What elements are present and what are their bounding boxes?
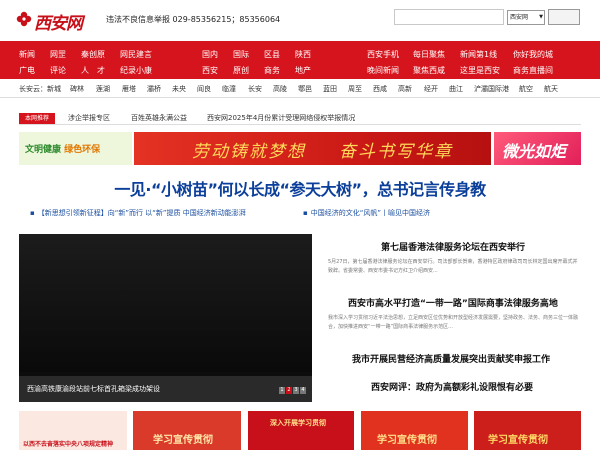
slide-page-button[interactable]: 4 xyxy=(300,387,306,394)
district-item[interactable]: 高新 xyxy=(398,84,412,94)
promo-text: 学习宣传贯彻 xyxy=(153,435,213,446)
photo-slideshow[interactable]: 西渝高铁康渝段站前七标首孔箱梁成功架设 1 2 3 4 xyxy=(19,234,312,402)
nav-item[interactable]: 纪录小康 xyxy=(120,65,152,76)
nav-item[interactable]: 晚间新闻 xyxy=(367,65,399,76)
nav-item[interactable]: 聚焦西咸 xyxy=(413,65,445,76)
nav-item[interactable]: 西安手机 xyxy=(367,49,399,60)
search-input[interactable] xyxy=(394,9,504,25)
nav-item[interactable]: 网民建言 xyxy=(120,49,152,60)
torch-banner[interactable]: 微光如炬 xyxy=(494,132,581,165)
report-hotline: 违法不良信息举报 029-85356215；85356064 xyxy=(106,15,281,24)
district-item[interactable]: 蓝田 xyxy=(323,84,337,94)
news-title[interactable]: 西安网评：政府为高额彩礼设限恨有必要 xyxy=(371,380,533,393)
district-item[interactable]: 长安云：新城 xyxy=(19,84,61,94)
slide-page-button[interactable]: 3 xyxy=(293,387,299,394)
notice-link[interactable]: 西安网2025年4月份累计受理网络侵权举报情况 xyxy=(207,113,355,123)
nav-item[interactable]: 新闻第1线 xyxy=(460,49,497,60)
main-nav: 新闻 网罡 秦创原 网民建言 广电 评论 人 才 纪录小康 国内 国际 区县 陕… xyxy=(0,41,600,79)
nav-item[interactable]: 区县 xyxy=(264,49,280,60)
promo-text: 学习宣传贯彻 xyxy=(377,435,437,446)
slide-pager: 1 2 3 4 xyxy=(279,387,306,394)
logo-text: 西安网 xyxy=(34,14,83,34)
news-title[interactable]: 第七届香港法律服务论坛在西安举行 xyxy=(381,240,525,253)
district-item[interactable]: 长安 xyxy=(248,84,262,94)
banner-text: 微光如炬 xyxy=(502,142,567,161)
district-item[interactable]: 高陵 xyxy=(273,84,287,94)
district-nav: 长安云：新城 碑林 莲湖 雁塔 灞桥 未央 阎良 临潼 长安 高陵 鄠邑 蓝田 … xyxy=(0,79,600,98)
sub-headline-link[interactable]: ▪ 中国经济的文化“风帆”丨喻见中国经济 xyxy=(303,208,430,218)
nav-item[interactable]: 网罡 xyxy=(50,49,66,60)
promo-text: 学习宣传贯彻 xyxy=(488,435,548,446)
nav-item[interactable]: 陕西 xyxy=(295,49,311,60)
divider xyxy=(19,124,581,125)
district-item[interactable]: 浐灞国际港 xyxy=(474,84,509,94)
nav-item[interactable]: 原创 xyxy=(233,65,249,76)
district-item[interactable]: 雁塔 xyxy=(122,84,136,94)
news-title[interactable]: 西安市高水平打造“一带一路”国际商事法律服务高地 xyxy=(348,296,558,309)
slide-caption[interactable]: 西渝高铁康渝段站前七标首孔箱梁成功架设 xyxy=(27,384,160,394)
news-summary: 我市深入学习贯彻习近平法治思想，立足西安区位优势和开放型经济发展需要，坚持政务、… xyxy=(328,315,579,330)
notice-link[interactable]: 涉企举报专区 xyxy=(68,113,110,123)
labor-banner[interactable]: 劳动铸就梦想 奋斗书写华章 xyxy=(134,132,491,165)
logo-flower-icon xyxy=(16,11,32,27)
promo-thumbnail[interactable]: 学习宣传贯彻 xyxy=(474,411,581,450)
search-button[interactable] xyxy=(548,9,580,25)
banner-text: 劳动铸就梦想 xyxy=(192,142,306,162)
slide-page-button[interactable]: 1 xyxy=(279,387,285,394)
district-item[interactable]: 经开 xyxy=(424,84,438,94)
district-item[interactable]: 阎良 xyxy=(197,84,211,94)
nav-item[interactable]: 商务 xyxy=(264,65,280,76)
nav-item[interactable]: 广电 xyxy=(19,65,35,76)
slide-page-button-active[interactable]: 2 xyxy=(286,387,292,394)
district-item[interactable]: 西咸 xyxy=(373,84,387,94)
chevron-down-icon: ▼ xyxy=(539,14,543,20)
news-summary: 5月27日，第七届香港法律服务论坛在西安举行。司法部部长贺荣，香港特区政府律政司… xyxy=(328,259,578,274)
nav-item[interactable]: 你好我的城 xyxy=(513,49,553,60)
promo-thumbnail[interactable]: 学习宣传贯彻 xyxy=(361,411,468,450)
district-item[interactable]: 航空 xyxy=(519,84,533,94)
promo-text: 深入开展学习贯彻 xyxy=(270,419,326,427)
site-select-value: 西安网 xyxy=(510,14,529,21)
nav-item[interactable]: 每日聚焦 xyxy=(413,49,445,60)
promo-text: 以西不去奋落实中央八项规定精神 xyxy=(23,441,114,448)
nav-item[interactable]: 商务直播间 xyxy=(513,65,553,76)
promo-thumbnail[interactable]: 以西不去奋落实中央八项规定精神 xyxy=(19,411,127,450)
notice-link[interactable]: 百姓英雄永满公益 xyxy=(131,113,187,123)
civility-banner[interactable]: 文明健康 绿色环保 xyxy=(19,132,132,165)
district-item[interactable]: 碑林 xyxy=(70,84,84,94)
nav-item[interactable]: 地产 xyxy=(295,65,311,76)
site-logo[interactable]: 西安网 xyxy=(16,9,96,34)
district-item[interactable]: 航天 xyxy=(544,84,558,94)
banner-text: 文明健康 绿色环保 xyxy=(25,145,101,155)
district-item[interactable]: 灞桥 xyxy=(147,84,161,94)
slide-photo xyxy=(19,234,312,372)
promo-thumbnail[interactable]: 深入开展学习贯彻 xyxy=(248,411,354,450)
nav-item[interactable]: 国际 xyxy=(233,49,249,60)
district-item[interactable]: 曲江 xyxy=(449,84,463,94)
nav-item[interactable]: 西安 xyxy=(202,65,218,76)
district-item[interactable]: 鄠邑 xyxy=(298,84,312,94)
bullet-icon: ▪ xyxy=(30,209,35,217)
recommend-tag: 本网推荐 xyxy=(19,113,55,124)
site-select-dropdown[interactable]: 西安网 ▼ xyxy=(507,10,545,25)
bullet-icon: ▪ xyxy=(303,209,308,217)
district-item[interactable]: 未央 xyxy=(172,84,186,94)
nav-item[interactable]: 秦创原 xyxy=(81,49,105,60)
district-item[interactable]: 临潼 xyxy=(222,84,236,94)
nav-item[interactable]: 评论 xyxy=(50,65,66,76)
sub-headline-link[interactable]: ▪ 【新思想引领新征程】向“新”而行 以“新”提质 中国经济新动能澎湃 xyxy=(30,208,246,218)
news-title[interactable]: 我市开展民营经济高质量发展突出贡献奖申报工作 xyxy=(352,352,550,365)
district-item[interactable]: 莲湖 xyxy=(96,84,110,94)
district-item[interactable]: 周至 xyxy=(348,84,362,94)
promo-thumbnail[interactable]: 学习宣传贯彻 xyxy=(133,411,241,450)
nav-item[interactable]: 国内 xyxy=(202,49,218,60)
headline-link[interactable]: 一见·“小树苗”何以长成“参天大树”，总书记言传身教 xyxy=(0,176,600,200)
nav-item[interactable]: 新闻 xyxy=(19,49,35,60)
banner-text: 奋斗书写华章 xyxy=(339,142,453,162)
nav-item[interactable]: 这里是西安 xyxy=(460,65,500,76)
nav-item[interactable]: 人 才 xyxy=(81,65,105,76)
